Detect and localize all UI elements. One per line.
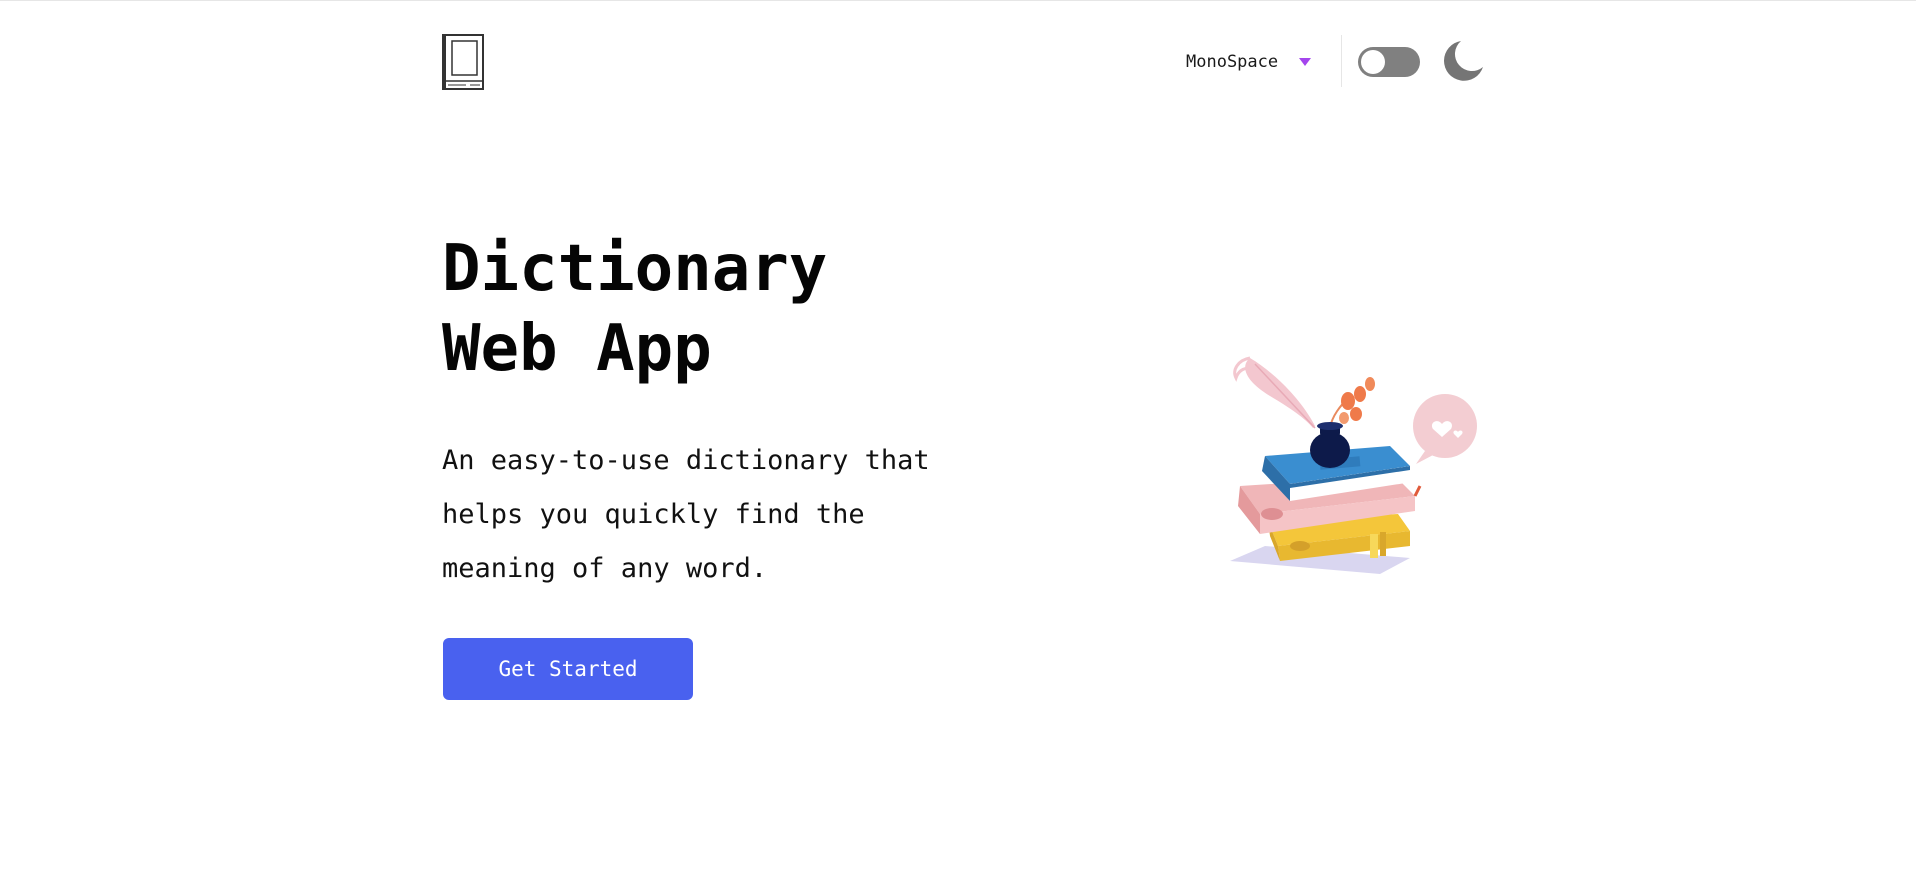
- moon-icon[interactable]: [1441, 39, 1485, 83]
- page-title-line: Web App: [442, 312, 712, 386]
- page-title: Dictionary Web App: [442, 229, 1002, 389]
- get-started-button[interactable]: Get Started: [443, 638, 693, 700]
- site-header: MonoSpace: [442, 1, 1484, 123]
- triangle-down-icon: [1299, 58, 1312, 66]
- hero-description: An easy-to-use dictionary that helps you…: [442, 434, 1002, 596]
- hero-description-line: meaning of any word.: [442, 553, 768, 584]
- book-icon[interactable]: [442, 34, 484, 90]
- hero-description-line: helps you quickly find the: [442, 499, 865, 530]
- theme-toggle[interactable]: [1358, 47, 1420, 77]
- font-family-selected: MonoSpace: [1186, 52, 1279, 72]
- hero-description-line: An easy-to-use dictionary that: [442, 445, 930, 476]
- page-title-line: Dictionary: [442, 232, 828, 306]
- header-divider: [1341, 35, 1342, 87]
- toggle-knob: [1361, 50, 1385, 74]
- books-stack-illustration: [1230, 356, 1477, 574]
- font-family-select[interactable]: MonoSpace: [1186, 50, 1312, 74]
